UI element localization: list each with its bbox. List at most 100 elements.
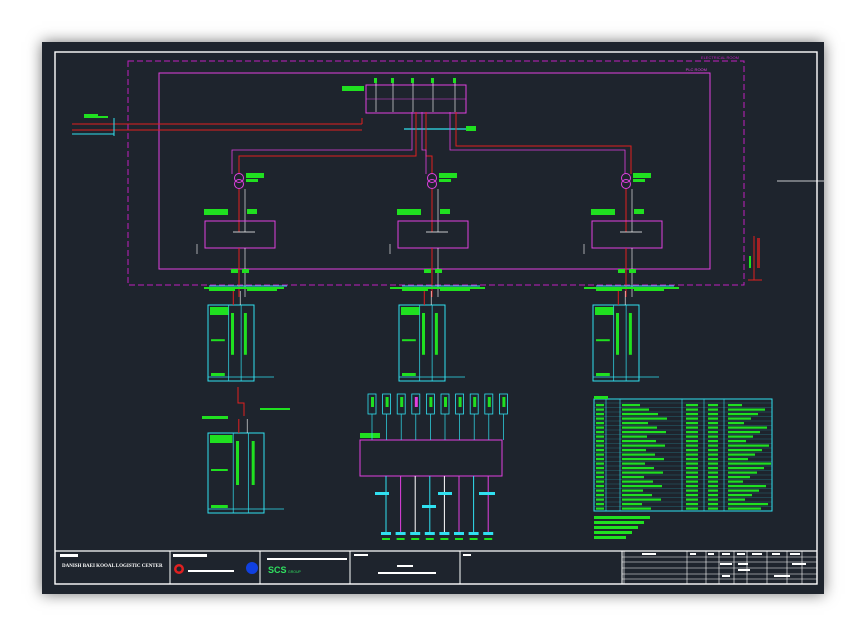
drawing-frame: ELECTRICAL ROOM PLC ROOM DANISH BAEI KOO…: [42, 42, 824, 594]
meter: [618, 269, 625, 273]
legend-cell: [686, 426, 698, 429]
legend-cell: [728, 431, 760, 434]
grid-text: [722, 553, 730, 555]
ups-tag: [247, 209, 257, 214]
legend-cell: [622, 449, 646, 452]
legend-cell: [686, 458, 698, 461]
legend-cell: [728, 404, 742, 407]
grid-text: [738, 569, 750, 571]
legend-cell: [728, 426, 767, 429]
breaker-indicator: [444, 397, 447, 407]
legend-cell: [728, 476, 750, 479]
legend-cell: [728, 467, 764, 470]
meter: [435, 269, 442, 273]
legend-cell: [686, 431, 698, 434]
room-boundary: [127, 60, 745, 286]
output-terminal: [439, 532, 450, 535]
legend-cell: [708, 417, 718, 420]
breaker-bar: [616, 313, 619, 355]
scs-logo-subtext: GROUP: [288, 570, 302, 574]
unit-label: [246, 173, 264, 178]
legend-cell: [728, 422, 744, 425]
legend-cell: [622, 426, 657, 429]
panel-label: [402, 373, 416, 376]
panel-label: [596, 339, 610, 342]
inner-room-boundary: [158, 72, 711, 270]
legend-cell: [728, 489, 759, 492]
legend-cell: [596, 498, 604, 501]
legend-cell: [596, 485, 604, 488]
legend-cell: [686, 408, 698, 411]
legend-cell: [728, 480, 743, 483]
legend-cell: [708, 453, 718, 456]
legend-cell: [686, 485, 698, 488]
breaker-indicator: [429, 397, 433, 407]
legend-cell: [622, 458, 664, 461]
title-block: DANISH BAEI KOOAL LOGISTIC CENTER SCS GR…: [55, 550, 817, 584]
legend-cell: [708, 462, 718, 465]
panel-label: [402, 339, 416, 342]
legend-cell: [622, 404, 640, 407]
output-tag: [469, 538, 478, 540]
legend-cell: [596, 476, 604, 479]
legend-cell: [686, 404, 698, 407]
legend-cell: [686, 449, 698, 452]
legend-cell: [622, 485, 662, 488]
output-tag: [382, 538, 390, 540]
unit-label: [246, 179, 258, 182]
output-terminal: [468, 532, 479, 535]
transformer-coil: [234, 179, 244, 189]
output-tag: [396, 538, 405, 540]
legend-cell: [596, 489, 604, 492]
legend-cell: [708, 440, 718, 443]
ups-enclosure: [204, 220, 276, 249]
grid-text: [642, 553, 656, 555]
legend-cell: [596, 417, 604, 420]
busbar-tag: [438, 492, 452, 495]
output-terminal: [454, 532, 464, 535]
legend-cell: [622, 498, 661, 501]
legend-cell: [728, 503, 768, 506]
legend-cell: [708, 449, 718, 452]
ups-tag: [204, 209, 228, 215]
panel-label: [584, 287, 679, 289]
legend-cell: [622, 417, 667, 420]
grid-text: [792, 563, 806, 565]
legend-cell: [686, 507, 698, 510]
legend-cell: [686, 413, 698, 416]
legend-cell: [728, 485, 766, 488]
legend-cell: [708, 426, 718, 429]
grid-text: [690, 553, 696, 555]
legend-cell: [686, 440, 698, 443]
panel-label: [211, 373, 225, 376]
breaker-bar: [236, 441, 239, 485]
legend-note: [594, 521, 644, 524]
legend-table: [593, 396, 773, 539]
legend-cell: [622, 413, 658, 416]
output-tag: [455, 538, 463, 540]
client-name: DANISH BAEI KOOAL LOGISTIC CENTER: [62, 564, 163, 569]
legend-cell: [686, 462, 698, 465]
transformer-coil: [427, 179, 437, 189]
breaker-indicator: [473, 397, 477, 407]
legend-cell: [622, 435, 647, 438]
blue-logo-icon: [246, 562, 258, 574]
panel-header: [210, 435, 233, 443]
transformer-coil: [621, 179, 631, 189]
unit-label: [633, 179, 645, 182]
earth-riser: [748, 236, 762, 281]
legend-cell: [728, 507, 761, 510]
legend-cell: [596, 413, 604, 416]
legend-cell: [596, 494, 604, 497]
legend-cell: [596, 444, 604, 447]
legend-cell: [686, 476, 698, 479]
grid-text: [772, 553, 780, 555]
legend-cell: [728, 435, 753, 438]
legend-cell: [728, 444, 769, 447]
grid-text: [790, 553, 800, 555]
panel-label: [211, 505, 228, 508]
panel-link: [237, 387, 245, 416]
legend-cell: [728, 417, 751, 420]
legend-cell: [708, 476, 718, 479]
grid-text: [722, 575, 730, 577]
